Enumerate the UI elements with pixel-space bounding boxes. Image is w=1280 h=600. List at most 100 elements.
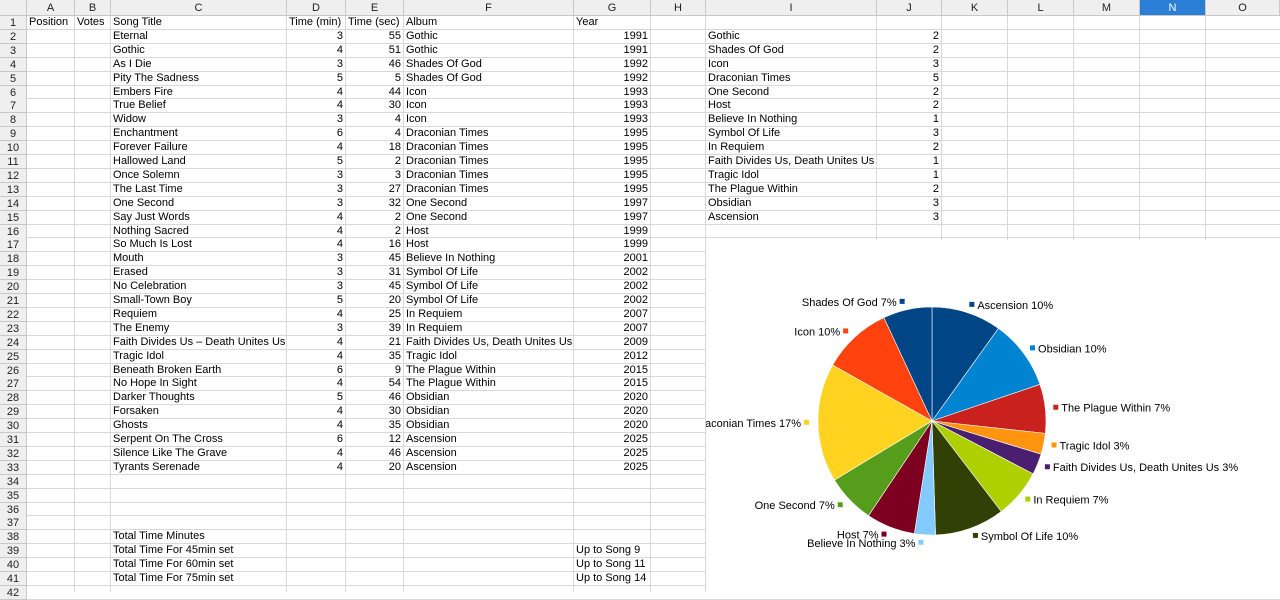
pie-label-the-plague-within: The Plague Within 7% <box>1053 403 1170 415</box>
row-header-29[interactable]: 29 <box>0 405 27 420</box>
row-header-7[interactable]: 7 <box>0 99 27 114</box>
row-header-13[interactable]: 13 <box>0 182 27 197</box>
album-cell: Draconian Times <box>406 141 489 154</box>
column-header-h[interactable]: H <box>651 0 706 16</box>
column-header-i[interactable]: I <box>706 0 877 16</box>
row-header-5[interactable]: 5 <box>0 71 27 86</box>
song-title-cell: Forever Failure <box>113 141 188 154</box>
album-count-name: Ascension <box>708 210 759 223</box>
album-count-value: 3 <box>932 210 939 223</box>
song-title-cell: As I Die <box>113 57 152 70</box>
column-header-d[interactable]: D <box>287 0 346 16</box>
time-sec-cell: 9 <box>394 363 401 376</box>
time-sec-cell: 2 <box>394 210 401 223</box>
select-all-corner[interactable] <box>0 0 27 16</box>
row-header-23[interactable]: 23 <box>0 321 27 336</box>
year-cell: 2007 <box>623 307 648 320</box>
album-count-value: 3 <box>932 196 939 209</box>
album-count-value: 1 <box>932 155 939 167</box>
time-sec-cell: 54 <box>388 377 401 390</box>
song-title-cell: Faith Divides Us – Death Unites Us <box>113 335 286 348</box>
song-title-cell: Ghosts <box>113 419 148 432</box>
row-header-20[interactable]: 20 <box>0 280 27 295</box>
row-header-25[interactable]: 25 <box>0 349 27 364</box>
time-sec-cell: 2 <box>394 155 401 167</box>
pie-chart[interactable]: Ascension 10% Obsidian 10% The Plague With… <box>706 240 1280 592</box>
column-header-e[interactable]: E <box>346 0 404 16</box>
row-header-12[interactable]: 12 <box>0 168 27 183</box>
time-sec-cell: 18 <box>388 141 401 154</box>
header-time-sec: Time (sec) <box>348 16 400 28</box>
row-header-34[interactable]: 34 <box>0 474 27 489</box>
row-header-24[interactable]: 24 <box>0 335 27 350</box>
row-header-38[interactable]: 38 <box>0 530 27 545</box>
album-cell: One Second <box>406 210 468 223</box>
row-header-35[interactable]: 35 <box>0 488 27 503</box>
song-title-cell: Darker Thoughts <box>113 391 195 404</box>
album-cell: Draconian Times <box>406 182 489 195</box>
row-header-16[interactable]: 16 <box>0 224 27 239</box>
row-header-2[interactable]: 2 <box>0 29 27 44</box>
album-count-value: 2 <box>932 141 939 154</box>
song-title-cell: Nothing Sacred <box>113 224 189 237</box>
grid-line <box>74 16 75 592</box>
row-header-31[interactable]: 31 <box>0 433 27 447</box>
column-header-k[interactable]: K <box>942 0 1008 16</box>
year-cell: 1991 <box>623 29 648 42</box>
column-header-b[interactable]: B <box>75 0 111 16</box>
column-header-c[interactable]: C <box>111 0 287 16</box>
row-header-27[interactable]: 27 <box>0 377 27 392</box>
row-header-6[interactable]: 6 <box>0 85 27 100</box>
column-header-j[interactable]: J <box>877 0 942 16</box>
row-header-10[interactable]: 10 <box>0 141 27 156</box>
album-cell: Ascension <box>406 460 457 473</box>
row-header-21[interactable]: 21 <box>0 294 27 308</box>
row-header-8[interactable]: 8 <box>0 113 27 128</box>
time-min-cell: 6 <box>336 363 343 376</box>
row-header-1[interactable]: 1 <box>0 16 27 30</box>
column-header-g[interactable]: G <box>574 0 651 16</box>
column-header-f[interactable]: F <box>404 0 574 16</box>
album-count-value: 3 <box>932 127 939 140</box>
column-header-l[interactable]: L <box>1008 0 1074 16</box>
row-header-39[interactable]: 39 <box>0 544 27 559</box>
time-sec-cell: 30 <box>388 405 401 418</box>
column-header-n[interactable]: N <box>1140 0 1206 16</box>
column-header-m[interactable]: M <box>1074 0 1140 16</box>
row-header-19[interactable]: 19 <box>0 266 27 281</box>
time-min-cell: 3 <box>336 182 343 195</box>
album-cell: Shades Of God <box>406 71 482 84</box>
album-cell: Host <box>406 238 429 251</box>
time-min-cell: 4 <box>336 460 343 473</box>
year-cell: 1992 <box>623 57 648 70</box>
row-header-36[interactable]: 36 <box>0 502 27 517</box>
row-header-22[interactable]: 22 <box>0 307 27 322</box>
album-count-name: The Plague Within <box>708 182 798 195</box>
row-header-30[interactable]: 30 <box>0 419 27 434</box>
row-header-26[interactable]: 26 <box>0 363 27 378</box>
row-header-4[interactable]: 4 <box>0 57 27 72</box>
row-header-32[interactable]: 32 <box>0 446 27 461</box>
svg-text:One Second 7%: One Second 7% <box>755 500 835 512</box>
year-cell: 2002 <box>623 294 648 306</box>
song-title-cell: Small-Town Boy <box>113 294 192 306</box>
row-header-37[interactable]: 37 <box>0 516 27 531</box>
column-header-o[interactable]: O <box>1206 0 1280 16</box>
row-header-15[interactable]: 15 <box>0 210 27 225</box>
row-header-42[interactable]: 42 <box>0 585 27 600</box>
album-count-name: One Second <box>708 85 770 98</box>
row-header-14[interactable]: 14 <box>0 196 27 211</box>
row-header-18[interactable]: 18 <box>0 252 27 267</box>
year-cell: 1995 <box>623 168 648 181</box>
row-header-33[interactable]: 33 <box>0 460 27 475</box>
row-header-17[interactable]: 17 <box>0 238 27 253</box>
row-header-40[interactable]: 40 <box>0 558 27 573</box>
row-header-3[interactable]: 3 <box>0 43 27 58</box>
row-header-28[interactable]: 28 <box>0 391 27 406</box>
year-cell: 1993 <box>623 85 648 98</box>
column-header-a[interactable]: A <box>27 0 75 16</box>
row-header-9[interactable]: 9 <box>0 127 27 142</box>
row-header-11[interactable]: 11 <box>0 155 27 169</box>
total-label: Total Time For 60min set <box>113 558 234 571</box>
row-header-41[interactable]: 41 <box>0 572 27 586</box>
